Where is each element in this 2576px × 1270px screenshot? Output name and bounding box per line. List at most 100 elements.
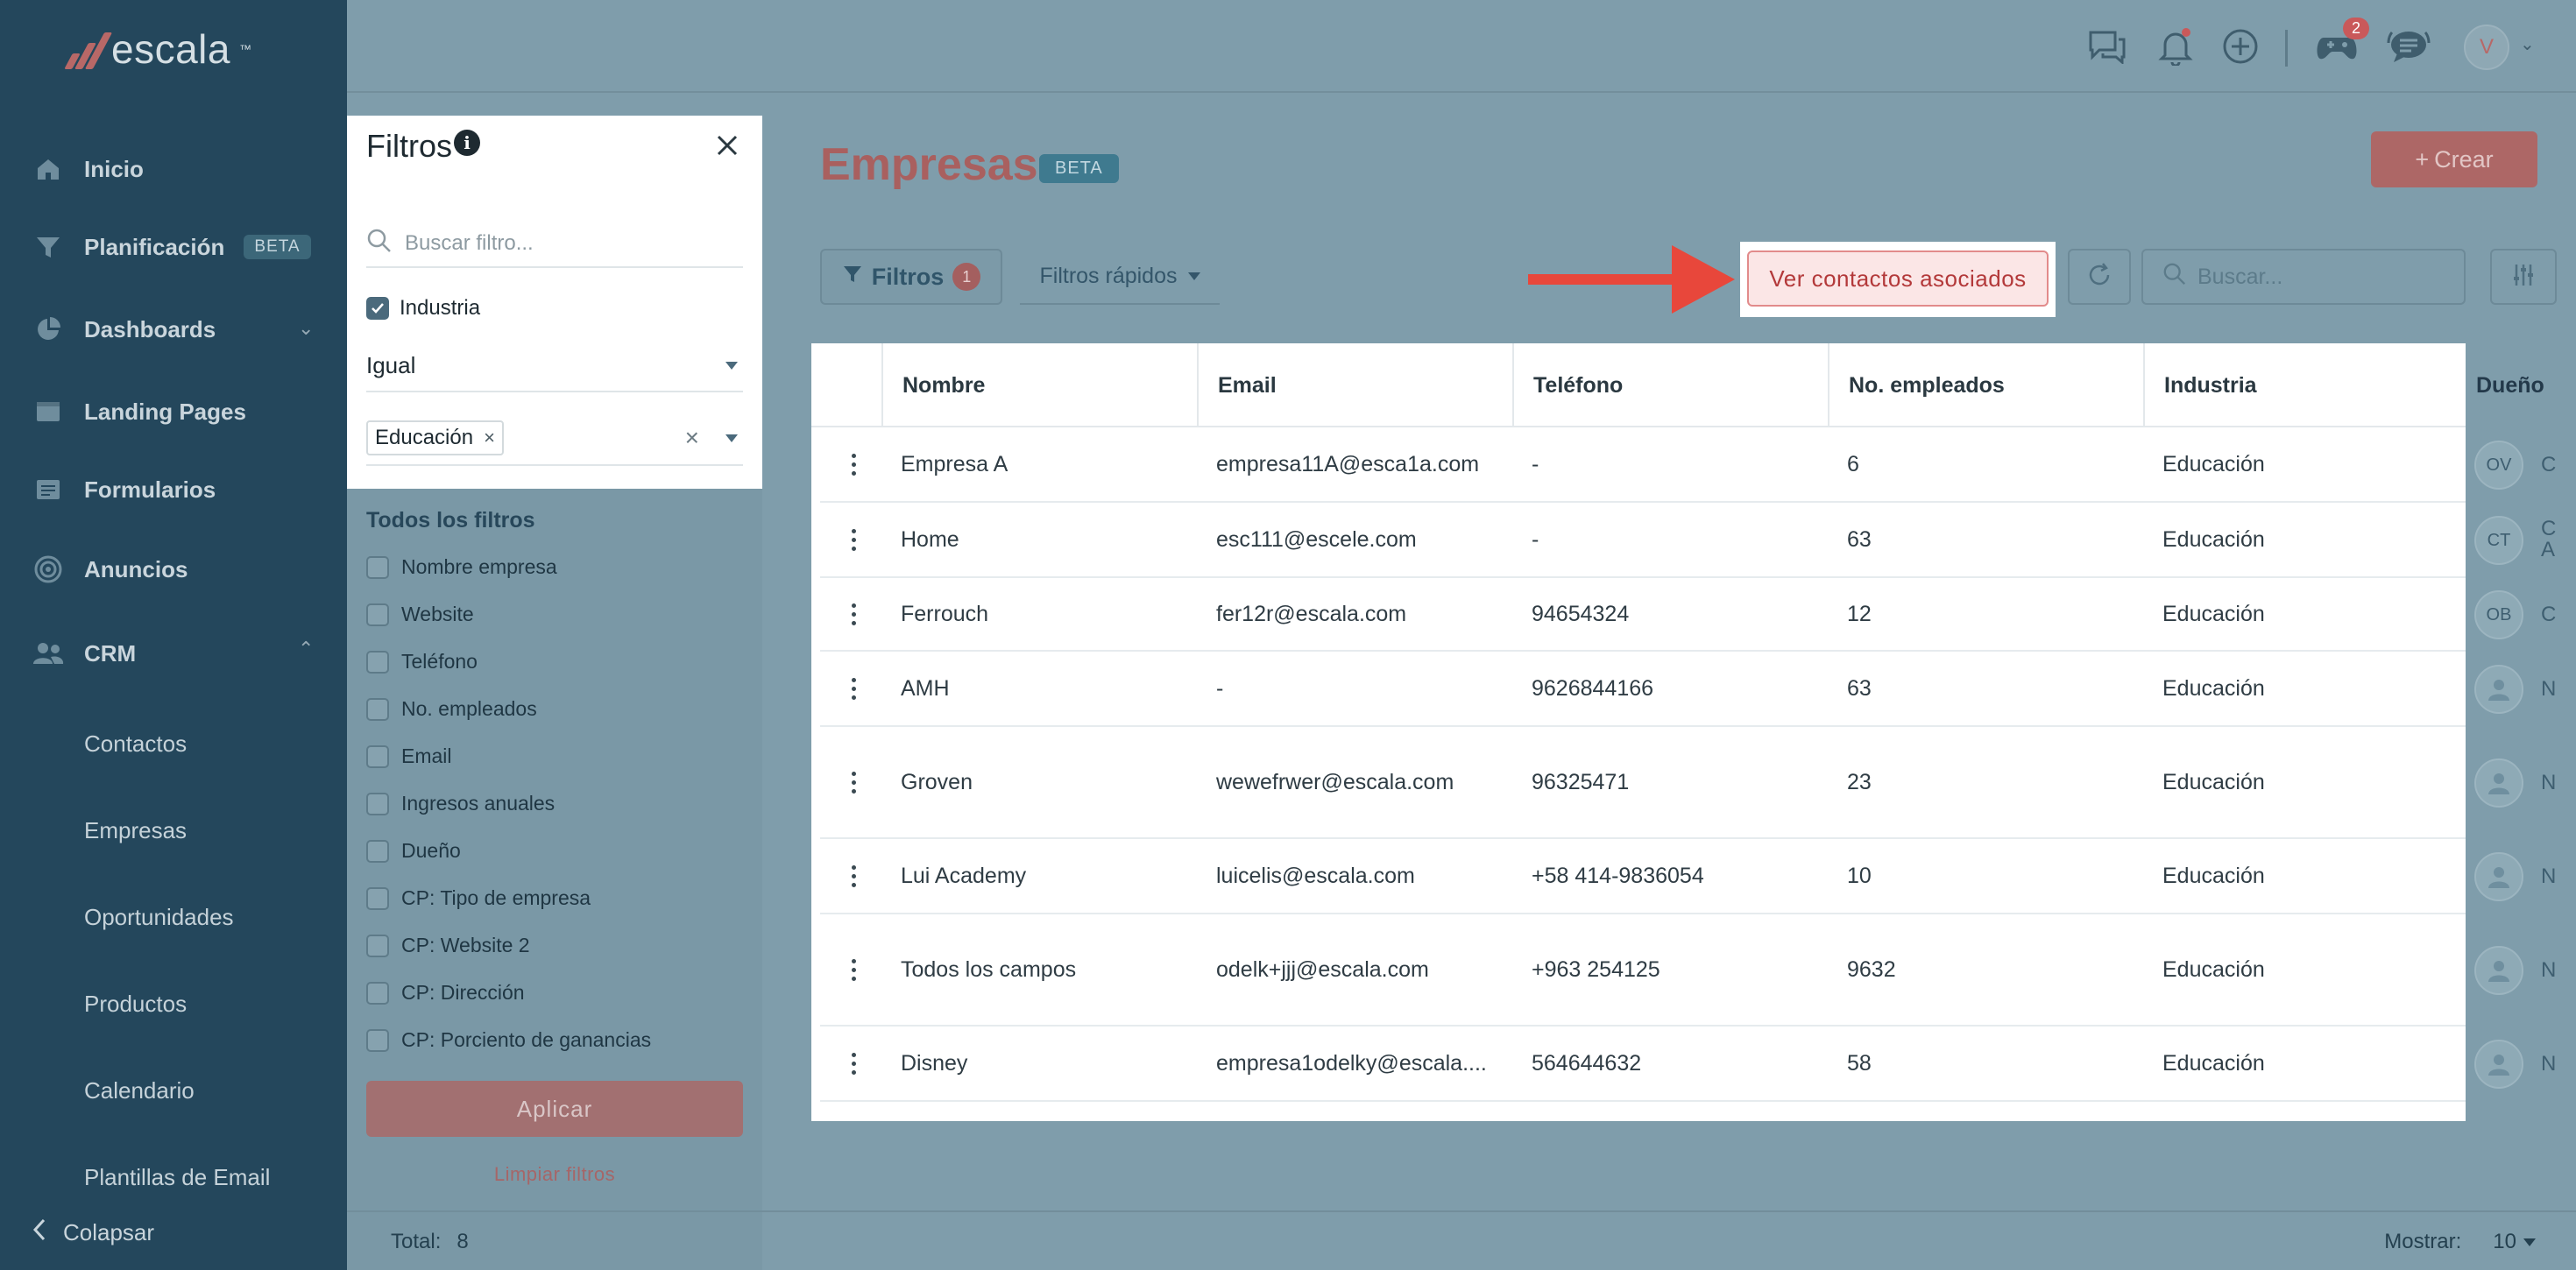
page-size-select[interactable]: Mostrar: 10	[2384, 1230, 2536, 1254]
checkbox-icon[interactable]	[366, 981, 389, 1005]
gamepad-icon[interactable]: 2	[2315, 18, 2369, 68]
filter-option[interactable]: Ingresos anuales	[366, 792, 555, 815]
close-icon[interactable]	[711, 130, 743, 161]
view-associated-contacts-button[interactable]: Ver contactos asociados	[1747, 250, 2049, 307]
row-menu-icon[interactable]	[852, 427, 856, 501]
total-value: 8	[456, 1230, 469, 1253]
search-input[interactable]: Buscar...	[2141, 249, 2466, 305]
create-button[interactable]: + Crear	[2371, 131, 2537, 187]
table-row[interactable]: Groven wewefrwer@escala.com 96325471 23 …	[820, 727, 2466, 839]
caret-down-icon[interactable]	[725, 434, 738, 442]
chat-icon[interactable]	[2085, 25, 2129, 68]
sidebar-subitem-plantillas-email[interactable]: Plantillas de Email	[84, 1155, 270, 1199]
filter-option[interactable]: Dueño	[366, 839, 461, 863]
owner-name: C A	[2541, 517, 2557, 561]
collapse-sidebar-button[interactable]: Colapsar	[32, 1217, 154, 1248]
operator-select[interactable]: Igual	[366, 340, 743, 392]
filter-option[interactable]: No. empleados	[366, 697, 537, 721]
bell-icon[interactable]	[2154, 25, 2197, 68]
checkbox-icon[interactable]	[366, 1028, 389, 1052]
table-row[interactable]: Ferrouch fer12r@escala.com 94654324 12 E…	[820, 578, 2466, 652]
column-header-industria[interactable]: Industria	[2143, 343, 2466, 427]
column-settings-button[interactable]	[2490, 249, 2557, 305]
cell-telefono: 96325471	[1532, 769, 1630, 794]
apply-filters-button[interactable]: Aplicar	[366, 1081, 743, 1137]
sidebar-subitem-productos[interactable]: Productos	[84, 982, 187, 1026]
chevron-down-icon[interactable]: ⌄	[298, 317, 314, 340]
beta-badge: BETA	[1039, 154, 1119, 183]
sidebar-subitem-contactos[interactable]: Contactos	[84, 722, 187, 766]
sidebar-item-dashboards[interactable]: Dashboards	[32, 303, 216, 356]
table-row[interactable]: Home esc111@escele.com - 63 Educación	[820, 503, 2466, 578]
cell-telefono: 94654324	[1532, 601, 1630, 626]
support-chat-icon[interactable]	[2387, 25, 2431, 68]
filter-option[interactable]: Website	[366, 603, 474, 626]
filter-option[interactable]: CP: Dirección	[366, 981, 525, 1005]
sidebar-item-landing-pages[interactable]: Landing Pages	[32, 385, 246, 438]
filter-option[interactable]: CP: Porciento de ganancias	[366, 1028, 651, 1052]
checkbox-icon[interactable]	[366, 555, 389, 579]
filter-search-input[interactable]: Buscar filtro...	[366, 221, 743, 268]
sidebar-item-inicio[interactable]: Inicio	[32, 143, 144, 195]
row-menu-icon[interactable]	[852, 839, 856, 913]
sidebar-subitem-oportunidades[interactable]: Oportunidades	[84, 895, 234, 939]
column-header-email[interactable]: Email	[1197, 343, 1512, 427]
checkbox-icon[interactable]	[366, 603, 389, 626]
sidebar-item-crm[interactable]: CRM	[32, 627, 136, 680]
column-header-empleados[interactable]: No. empleados	[1828, 343, 2143, 427]
checkbox-checked-icon[interactable]	[366, 297, 389, 320]
chevron-up-icon[interactable]: ⌃	[298, 638, 314, 660]
table-row[interactable]: Todos los campos odelk+jjj@escala.com +9…	[820, 914, 2466, 1027]
column-header-telefono[interactable]: Teléfono	[1512, 343, 1828, 427]
checkbox-icon[interactable]	[366, 792, 389, 815]
sidebar-subitem-empresas[interactable]: Empresas	[84, 808, 187, 852]
column-header-nombre[interactable]: Nombre	[881, 343, 1197, 427]
filter-option[interactable]: CP: Website 2	[366, 934, 530, 957]
refresh-button[interactable]	[2068, 249, 2131, 305]
owner-name: N	[2541, 677, 2557, 701]
checkbox-icon[interactable]	[366, 697, 389, 721]
table-row[interactable]: Disney empresa1odelky@escala.... 5646446…	[820, 1027, 2466, 1102]
quick-filters-dropdown[interactable]: Filtros rápidos	[1020, 249, 1220, 305]
checkbox-icon[interactable]	[366, 650, 389, 674]
add-circle-icon[interactable]	[2219, 25, 2262, 68]
filter-option[interactable]: CP: Tipo de empresa	[366, 886, 591, 910]
checkbox-icon[interactable]	[366, 744, 389, 768]
row-menu-icon[interactable]	[852, 727, 856, 837]
checkbox-icon[interactable]	[366, 934, 389, 957]
filter-option[interactable]: Teléfono	[366, 650, 478, 674]
clear-filters-link[interactable]: Limpiar filtros	[366, 1163, 743, 1186]
row-menu-icon[interactable]	[852, 578, 856, 650]
table-row[interactable]: AMH - 9626844166 63 Educación	[820, 652, 2466, 727]
row-menu-icon[interactable]	[852, 1027, 856, 1100]
table-row[interactable]: Empresa A empresa11A@esca1a.com - 6 Educ…	[820, 427, 2466, 503]
filters-panel-list: Todos los filtros Nombre empresa Website…	[347, 489, 762, 1270]
user-avatar[interactable]: V	[2464, 25, 2509, 70]
table-row[interactable]: Lui Academy luicelis@escala.com +58 414-…	[820, 839, 2466, 914]
filters-button[interactable]: Filtros 1	[820, 249, 1002, 305]
row-menu-icon[interactable]	[852, 652, 856, 725]
logo[interactable]: escala ™	[64, 25, 251, 74]
owner-name: C	[2541, 603, 2557, 626]
chevron-down-icon[interactable]: ⌄	[2520, 33, 2535, 55]
filter-option[interactable]: Email	[366, 744, 452, 768]
info-icon[interactable]: i	[454, 130, 480, 156]
sidebar-item-planificacion[interactable]: Planificación BETA	[32, 221, 311, 273]
all-filters-heading: Todos los filtros	[366, 508, 535, 533]
owner-avatar: CT	[2474, 516, 2523, 565]
row-menu-icon[interactable]	[852, 503, 856, 576]
remove-chip-icon[interactable]: ×	[484, 427, 495, 449]
active-filter-industria[interactable]: Industria	[366, 296, 480, 321]
sidebar-subitem-calendario[interactable]: Calendario	[84, 1069, 195, 1112]
column-header-dueno[interactable]: Dueño	[2466, 343, 2544, 427]
row-menu-icon[interactable]	[852, 914, 856, 1025]
page-size-value: 10	[2493, 1230, 2516, 1253]
filter-values-select[interactable]: Educación × ×	[366, 412, 743, 466]
filter-option[interactable]: Nombre empresa	[366, 555, 557, 579]
checkbox-icon[interactable]	[366, 886, 389, 910]
clear-values-icon[interactable]: ×	[685, 424, 699, 452]
sidebar-item-anuncios[interactable]: Anuncios	[32, 543, 188, 596]
sidebar-item-label: Planificación	[84, 233, 225, 260]
sidebar-item-formularios[interactable]: Formularios	[32, 463, 216, 516]
checkbox-icon[interactable]	[366, 839, 389, 863]
